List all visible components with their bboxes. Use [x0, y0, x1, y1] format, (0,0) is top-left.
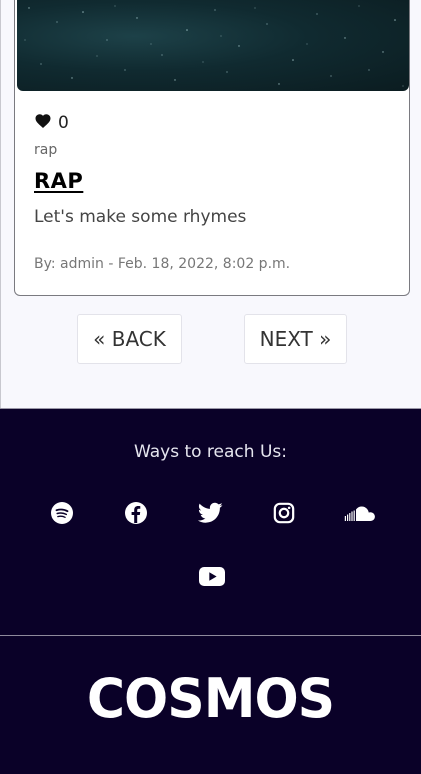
back-button[interactable]: « BACK — [77, 314, 182, 364]
footer-heading: Ways to reach Us: — [134, 442, 287, 462]
twitter-icon[interactable] — [197, 500, 223, 526]
next-button[interactable]: NEXT » — [244, 314, 347, 364]
brand-logo: COSMOS — [86, 667, 335, 731]
post-meta: By: admin - Feb. 18, 2022, 8:02 p.m. — [34, 256, 291, 272]
footer-divider — [0, 635, 421, 636]
post-category: rap — [34, 142, 58, 158]
instagram-icon[interactable] — [271, 500, 297, 526]
soundcloud-icon[interactable] — [344, 500, 376, 526]
post-title-link[interactable]: RAP — [34, 169, 83, 193]
heart-icon[interactable] — [34, 112, 52, 134]
like-section: 0 — [34, 112, 69, 134]
youtube-icon[interactable] — [199, 563, 225, 589]
facebook-icon[interactable] — [123, 500, 149, 526]
post-card: 0 rap RAP Let's make some rhymes By: adm… — [14, 0, 410, 296]
page-edge — [0, 0, 1, 408]
spotify-icon[interactable] — [49, 500, 75, 526]
post-image — [17, 0, 409, 91]
footer: Ways to reach Us: COSMOS — [0, 408, 421, 774]
like-count: 0 — [58, 113, 69, 133]
post-text: Let's make some rhymes — [34, 207, 247, 227]
